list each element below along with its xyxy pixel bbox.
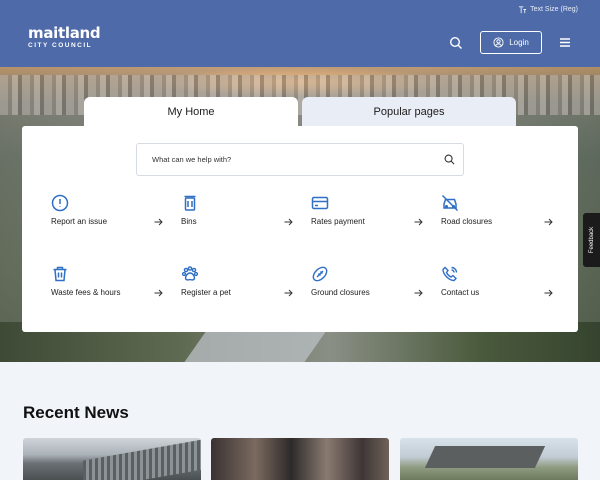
news-card-image[interactable] <box>211 438 389 480</box>
logo-subtitle: CITY COUNCIL <box>28 42 93 49</box>
text-size-icon <box>519 6 527 14</box>
news-card-image[interactable] <box>23 438 201 480</box>
news-card-image[interactable] <box>400 438 578 480</box>
text-size-toggle[interactable]: Text Size (Reg) <box>518 5 578 14</box>
site-logo[interactable]: maitland CITY COUNCIL <box>28 24 101 50</box>
quick-link-rates-payment[interactable]: Rates payment <box>311 194 423 234</box>
quick-link-label: Ground closures <box>311 288 370 297</box>
arrow-right-icon <box>284 218 293 226</box>
quick-link-ground-closures[interactable]: Ground closures <box>311 265 423 305</box>
login-button[interactable]: Login <box>480 31 542 54</box>
quick-link-label: Waste fees & hours <box>51 288 121 297</box>
search-icon[interactable] <box>444 154 455 165</box>
credit-card-icon <box>311 196 329 210</box>
site-header: maitland CITY COUNCIL Text Size (Reg) Lo… <box>0 0 600 67</box>
arrow-right-icon <box>284 289 293 297</box>
bin-icon <box>184 195 196 211</box>
search-input[interactable] <box>137 144 417 175</box>
quick-link-label: Register a pet <box>181 288 231 297</box>
quick-link-road-closures[interactable]: Road closures <box>441 194 553 234</box>
quick-link-register-pet[interactable]: Register a pet <box>181 265 293 305</box>
search-icon[interactable] <box>449 36 463 50</box>
phone-icon <box>442 266 458 282</box>
arrow-right-icon <box>414 289 423 297</box>
quick-link-label: Report an issue <box>51 217 108 226</box>
feedback-label: Feedback <box>588 226 595 254</box>
arrow-right-icon <box>544 218 553 226</box>
quick-link-waste-fees[interactable]: Waste fees & hours <box>51 265 163 305</box>
user-circle-icon <box>493 37 504 48</box>
text-size-label: Text Size (Reg) <box>530 6 578 13</box>
quick-link-label: Road closures <box>441 217 493 226</box>
search-box <box>136 143 464 176</box>
hamburger-menu-icon[interactable] <box>559 37 571 48</box>
quick-link-label: Rates payment <box>311 217 365 226</box>
logo-wordmark: maitland <box>28 24 101 42</box>
tab-my-home[interactable]: My Home <box>84 97 298 127</box>
my-home-panel: Report an issue Bins Rates payment Road … <box>22 126 578 332</box>
arrow-right-icon <box>154 289 163 297</box>
football-icon <box>312 266 328 282</box>
quick-link-label: Bins <box>181 217 197 226</box>
feedback-tab[interactable]: Feedback <box>583 213 600 267</box>
quick-link-bins[interactable]: Bins <box>181 194 293 234</box>
quick-link-label: Contact us <box>441 288 480 297</box>
arrow-right-icon <box>544 289 553 297</box>
arrow-right-icon <box>154 218 163 226</box>
quick-link-contact-us[interactable]: Contact us <box>441 265 553 305</box>
car-off-icon <box>441 194 459 212</box>
alert-circle-icon <box>51 194 69 212</box>
arrow-right-icon <box>414 218 423 226</box>
tab-popular-pages[interactable]: Popular pages <box>302 97 516 127</box>
login-label: Login <box>509 38 529 47</box>
trash-icon <box>53 266 67 282</box>
quick-link-report-issue[interactable]: Report an issue <box>51 194 163 234</box>
recent-news-heading: Recent News <box>23 403 129 422</box>
paw-icon <box>181 266 199 281</box>
